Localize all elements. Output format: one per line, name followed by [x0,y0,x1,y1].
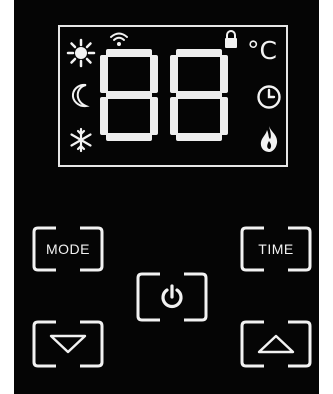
triangle-up-icon [257,334,295,354]
down-button[interactable] [32,320,104,368]
power-button[interactable] [136,272,208,322]
triangle-down-icon [49,334,87,354]
mode-button[interactable]: MODE [32,226,104,272]
wifi-icon [109,31,129,47]
moon-icon [70,83,94,109]
sun-icon [66,38,96,68]
flame-icon [258,125,280,153]
mode-label: MODE [46,241,90,257]
snowflake-icon [68,127,94,153]
clock-icon [256,84,282,110]
up-button[interactable] [240,320,312,368]
time-label: TIME [258,241,294,257]
lock-icon [223,29,239,49]
celsius-unit: °C [247,36,277,65]
power-icon [161,284,183,309]
time-button[interactable]: TIME [240,226,312,272]
